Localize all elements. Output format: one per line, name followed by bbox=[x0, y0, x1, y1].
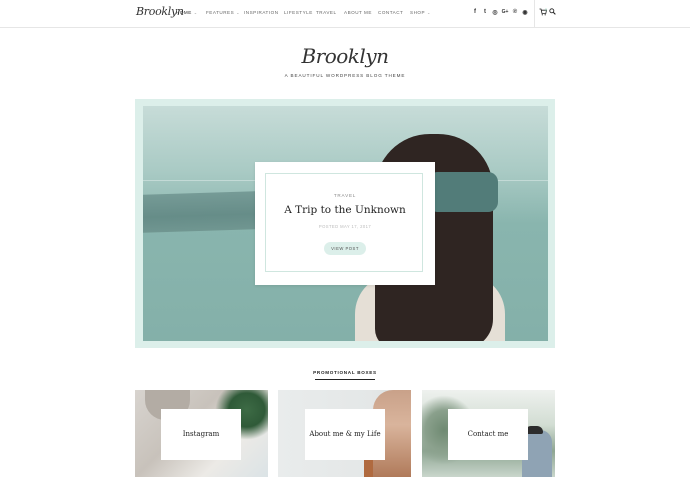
view-post-button[interactable]: View Post bbox=[324, 242, 366, 255]
nav-item-label: Home bbox=[176, 10, 192, 15]
nav-item-label: Features bbox=[206, 10, 235, 15]
twitter-icon[interactable]: t bbox=[481, 9, 489, 15]
nav-item-home[interactable]: Home ⌄ bbox=[176, 10, 198, 15]
nav-item-inspiration[interactable]: Inspiration bbox=[244, 10, 279, 15]
nav-item-label: Contact bbox=[378, 10, 404, 15]
nav-item-about-me[interactable]: About me bbox=[344, 10, 372, 15]
instagram-icon[interactable]: ◎ bbox=[491, 9, 499, 16]
nav-item-shop[interactable]: Shop ⌄ bbox=[410, 10, 431, 15]
nav-item-label: Lifestyle bbox=[284, 10, 313, 15]
card-inner-border bbox=[265, 173, 423, 272]
post-date: Posted May 17, 2017 bbox=[318, 224, 372, 229]
google-plus-icon[interactable]: G+ bbox=[501, 9, 509, 15]
post-category[interactable]: Travel bbox=[255, 193, 435, 198]
blindfold-shape bbox=[433, 172, 498, 212]
nav-item-label: Inspiration bbox=[244, 10, 279, 15]
nav-item-travel[interactable]: Travel bbox=[316, 10, 337, 15]
site-tagline: A beautiful WordPress blog theme bbox=[284, 73, 406, 78]
chevron-down-icon: ⌄ bbox=[427, 10, 431, 15]
camera-icon[interactable]: ◉ bbox=[521, 9, 529, 16]
site-logo[interactable]: Brooklyn bbox=[0, 44, 690, 68]
pinterest-icon[interactable]: ℗ bbox=[511, 9, 519, 15]
promo-label-instagram[interactable]: Instagram bbox=[161, 430, 241, 438]
nav-item-label: Shop bbox=[410, 10, 426, 15]
nav-item-label: About me bbox=[344, 10, 372, 15]
chevron-down-icon: ⌄ bbox=[236, 10, 241, 15]
post-title[interactable]: A Trip to the Unknown bbox=[255, 204, 435, 216]
nav-divider bbox=[534, 0, 535, 27]
search-icon[interactable] bbox=[549, 8, 556, 15]
promo-label-about-me[interactable]: About me & my Life bbox=[305, 430, 385, 438]
nav-item-contact[interactable]: Contact bbox=[378, 10, 403, 15]
promo-label-contact[interactable]: Contact me bbox=[448, 430, 528, 438]
chevron-down-icon: ⌄ bbox=[193, 10, 198, 15]
promo-heading-underline bbox=[315, 379, 375, 380]
promo-heading: Promotional Boxes bbox=[313, 370, 377, 375]
cart-count-badge: 0 bbox=[545, 8, 547, 12]
nav-item-lifestyle[interactable]: Lifestyle bbox=[284, 10, 313, 15]
nav-item-features[interactable]: Features ⌄ bbox=[206, 10, 240, 15]
facebook-icon[interactable]: f bbox=[471, 9, 479, 15]
nav-item-label: Travel bbox=[316, 10, 337, 15]
